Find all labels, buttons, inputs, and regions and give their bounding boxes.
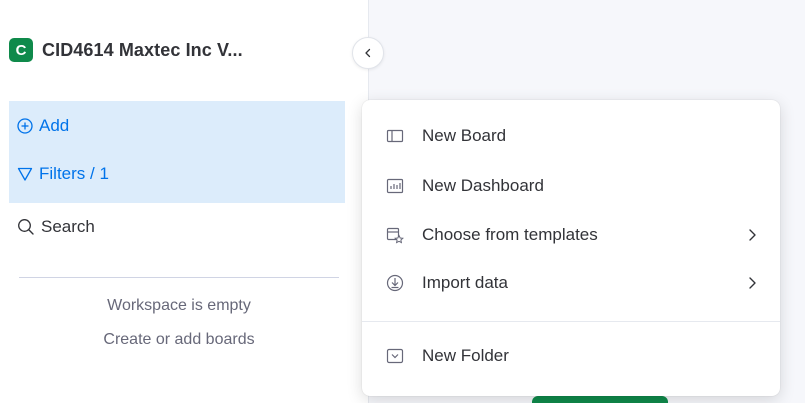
- chevron-right-icon: [749, 277, 756, 289]
- chevron-left-icon: [365, 48, 371, 58]
- menu-item-choose-templates[interactable]: Choose from templates: [362, 215, 780, 255]
- chevron-right-icon: [749, 229, 756, 241]
- import-icon: [386, 274, 404, 292]
- menu-item-new-dashboard[interactable]: New Dashboard: [362, 166, 780, 206]
- workspace-badge: C: [9, 38, 33, 62]
- search-button[interactable]: Search: [17, 217, 95, 237]
- menu-item-new-folder[interactable]: New Folder: [362, 336, 780, 376]
- sidebar-actions: Add Filters / 1: [9, 101, 345, 203]
- sidebar-divider: [19, 277, 339, 278]
- dashboard-icon: [386, 178, 404, 194]
- filter-icon: [17, 167, 33, 181]
- menu-item-label: New Folder: [422, 346, 509, 365]
- menu-item-label: New Dashboard: [422, 176, 544, 195]
- collapse-sidebar-button[interactable]: [352, 37, 384, 69]
- menu-item-label: Import data: [422, 273, 508, 292]
- workspace-sidebar: C CID4614 Maxtec Inc V... Add Filters / …: [0, 0, 369, 403]
- menu-item-label: Choose from templates: [422, 225, 598, 244]
- workspace-header[interactable]: C CID4614 Maxtec Inc V...: [9, 38, 243, 62]
- add-label: Add: [39, 116, 70, 135]
- menu-divider: [362, 321, 780, 322]
- empty-state-hint: Create or add boards: [103, 331, 255, 348]
- menu-item-import-data[interactable]: Import data: [362, 263, 780, 303]
- add-menu: New Board New Dashboard Choose from temp…: [362, 100, 780, 396]
- board-icon: [386, 129, 404, 143]
- empty-state-title: Workspace is empty: [107, 297, 251, 314]
- menu-item-new-board[interactable]: New Board: [362, 116, 780, 156]
- search-icon: [18, 219, 34, 235]
- search-label: Search: [41, 217, 95, 236]
- folder-icon: [386, 348, 404, 364]
- filters-button[interactable]: Filters / 1: [17, 164, 109, 184]
- menu-item-label: New Board: [422, 126, 507, 145]
- templates-icon: [386, 227, 404, 244]
- primary-button-peek: [532, 396, 668, 403]
- workspace-title[interactable]: CID4614 Maxtec Inc V...: [42, 40, 243, 61]
- add-circle-icon: [17, 118, 33, 134]
- filters-label: Filters / 1: [39, 164, 109, 183]
- add-button[interactable]: Add: [17, 116, 69, 136]
